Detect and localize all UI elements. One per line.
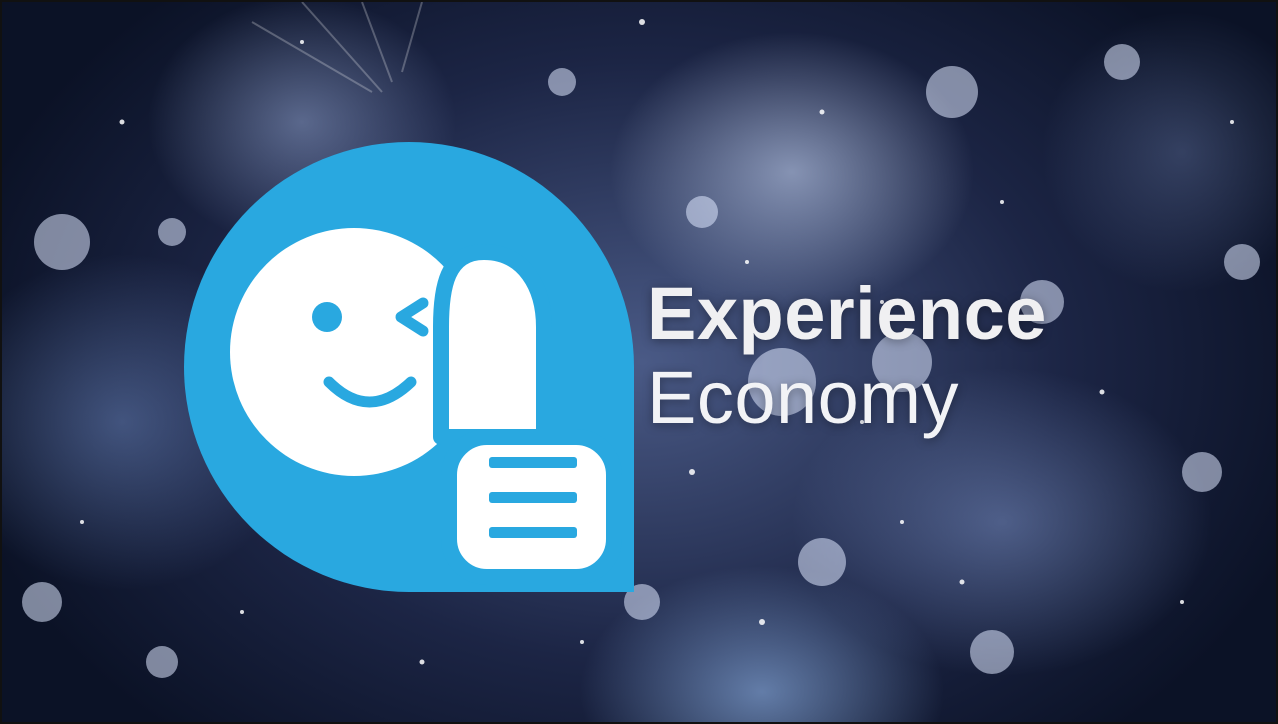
eye-open [312, 302, 342, 332]
slide: Experience Economy [0, 0, 1278, 724]
title-bold-line: Experience [647, 272, 1047, 355]
winking-smiley-thumbs-up-icon [184, 142, 634, 592]
slide-title: Experience Economy [647, 272, 1047, 440]
title-regular-line: Economy [647, 356, 959, 439]
